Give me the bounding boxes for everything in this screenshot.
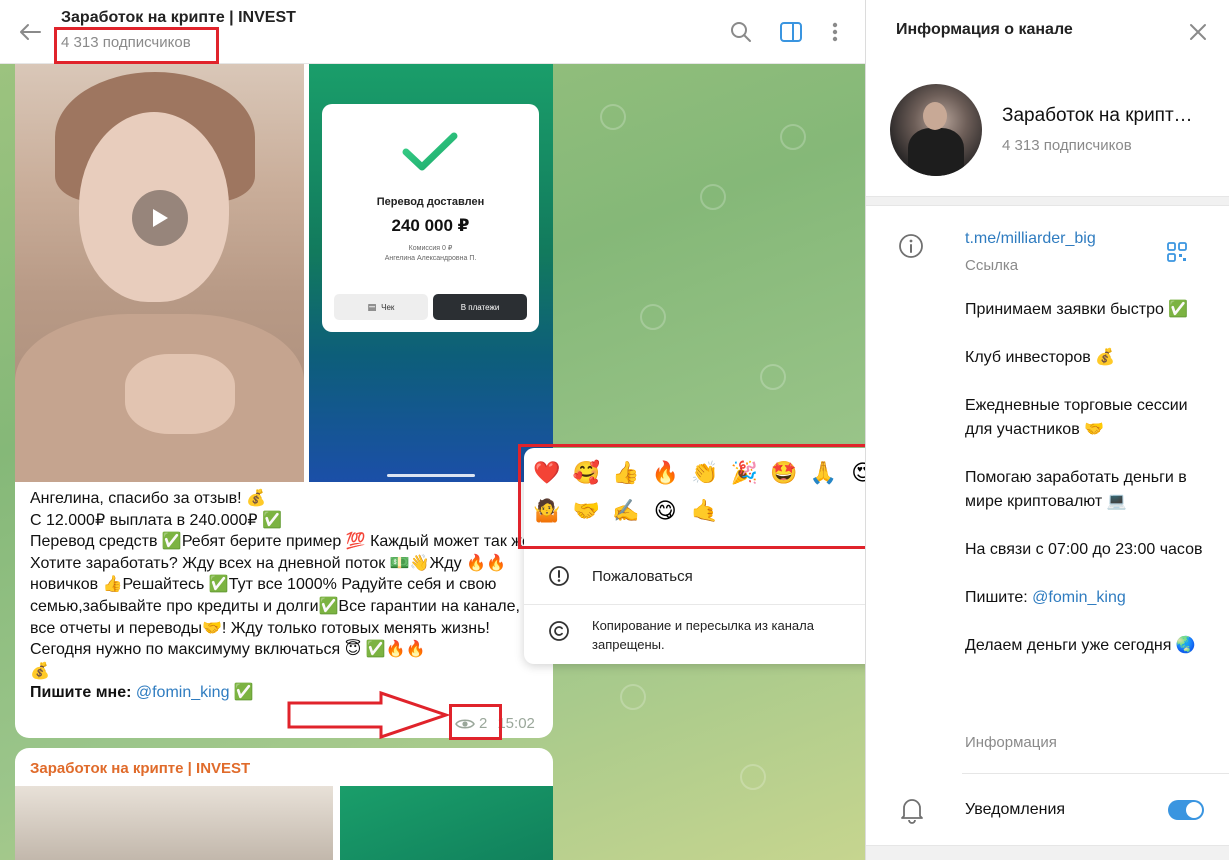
highlight-box: [449, 704, 502, 740]
back-button[interactable]: [16, 18, 44, 46]
qr-code-icon[interactable]: [1166, 241, 1188, 263]
channel-link-caption: Ссылка: [965, 257, 1019, 274]
message-time: 15:02: [497, 715, 535, 732]
channel-subscribers: 4 313 подписчиков: [1002, 137, 1132, 154]
channel-link[interactable]: t.me/milliarder_big: [965, 230, 1096, 248]
copy-restricted-notice: Копирование и пересылка из канала запрещ…: [548, 616, 862, 654]
play-button[interactable]: [132, 190, 188, 246]
receipt-amount: 240 000 ₽: [391, 216, 470, 235]
description-line: Помогаю заработать деньги в мире криптов…: [965, 469, 1187, 510]
close-button[interactable]: [1184, 18, 1212, 46]
description-line: На связи с 07:00 до 23:00 часов: [965, 541, 1203, 558]
checkmark-icon: [402, 132, 458, 171]
more-menu-button[interactable]: [821, 18, 849, 46]
channel-name: Заработок на крипте | INVEST: [1002, 105, 1202, 126]
message-body: Ангелина, спасибо за отзыв! 💰 С 12.000₽ …: [30, 490, 531, 680]
message-write-line: Пишите мне: @fomin_king ✅: [30, 684, 254, 701]
menu-divider: [524, 604, 865, 605]
wallpaper-doodle: [760, 364, 786, 390]
highlight-box: [518, 444, 865, 549]
info-icon: [899, 234, 923, 258]
wallpaper-doodle: [700, 184, 726, 210]
highlight-box: [54, 27, 219, 64]
more-vertical-icon: [832, 22, 838, 42]
description-line: Делаем деньги уже сегодня 🌏: [965, 637, 1196, 654]
message-write-label: Пишите мне:: [30, 684, 136, 702]
receipt-title: Перевод доставлен: [376, 196, 485, 208]
toggle-info-panel-button[interactable]: [777, 18, 805, 46]
notifications-toggle[interactable]: [1168, 800, 1204, 820]
message-bubble[interactable]: Перевод доставлен 240 000 ₽ Комиссия 0 ₽…: [15, 64, 553, 738]
wallpaper-doodle: [740, 764, 766, 790]
info-panel-title: Информация о канале: [896, 21, 1073, 38]
channel-avatar[interactable]: [890, 84, 982, 176]
chat-header: Заработок на крипте | INVEST 4 313 подпи…: [0, 0, 865, 64]
document-icon: ▤: [367, 301, 377, 312]
payment-receipt: Перевод доставлен 240 000 ₽ Комиссия 0 ₽…: [322, 104, 539, 332]
warning-circle-icon: [549, 566, 569, 586]
hand-shape: [125, 354, 235, 434]
description-line: Ежедневные торговые сессии для участнико…: [965, 397, 1188, 438]
phone-home-bar: [387, 474, 475, 477]
wallpaper-doodle: [600, 104, 626, 130]
message-author[interactable]: Заработок на крипте | INVEST: [30, 760, 250, 777]
video-thumbnail[interactable]: [15, 786, 333, 860]
report-menu-item[interactable]: Пожаловаться: [548, 565, 693, 587]
description-username-link[interactable]: @fomin_king: [1032, 589, 1126, 606]
divider: [962, 773, 1229, 774]
wallpaper-doodle: [640, 304, 666, 330]
message-text: Ангелина, спасибо за отзыв! 💰 С 12.000₽ …: [30, 488, 540, 704]
receipt-payments-button: В платежи: [433, 294, 527, 320]
chat-title[interactable]: Заработок на крипте | INVEST: [61, 9, 296, 27]
description-line: Принимаем заявки быстро ✅: [965, 301, 1189, 318]
message-write-tail: ✅: [229, 684, 254, 702]
bell-icon: [901, 799, 923, 824]
channel-description: Принимаем заявки быстро ✅ Клуб инвесторо…: [965, 298, 1205, 658]
arrow-left-icon: [20, 24, 41, 40]
report-label: Пожаловаться: [592, 567, 693, 585]
play-icon: [153, 209, 168, 227]
avatar-body-shape: [908, 128, 964, 176]
copyright-icon: [549, 621, 569, 641]
photo-thumbnail[interactable]: Перевод доставлен 240 000 ₽ Комиссия 0 ₽…: [309, 64, 553, 482]
description-write-label: Пишите:: [965, 589, 1033, 606]
message-bubble[interactable]: Заработок на крипте | INVEST: [15, 748, 553, 860]
section-separator: [866, 196, 1229, 206]
chat-column: Заработок на крипте | INVEST 4 313 подпи…: [0, 0, 865, 860]
annotation-arrow: [287, 690, 451, 740]
notifications-label: Уведомления: [965, 801, 1066, 818]
wallpaper-doodle: [620, 684, 646, 710]
description-caption: Информация: [965, 734, 1057, 751]
photo-thumbnail[interactable]: [340, 786, 553, 860]
channel-info-panel: Информация о канале Заработок на крипте …: [865, 0, 1229, 860]
search-button[interactable]: [727, 18, 755, 46]
receipt-check-label: Чек: [381, 302, 395, 312]
description-line: Клуб инвесторов 💰: [965, 349, 1116, 366]
receipt-fee: Комиссия 0 ₽: [408, 245, 453, 252]
receipt-check-button: ▤ Чек: [334, 294, 428, 320]
toggle-knob: [1186, 802, 1202, 818]
message-username-link[interactable]: @fomin_king: [136, 684, 230, 701]
receipt-payments-label: В платежи: [460, 302, 500, 312]
description-write-line: Пишите: @fomin_king: [965, 586, 1205, 610]
video-thumbnail[interactable]: [15, 64, 304, 482]
search-icon: [731, 22, 751, 42]
section-separator: [866, 845, 1229, 860]
close-icon: [1190, 24, 1206, 40]
wallpaper-doodle: [780, 124, 806, 150]
copy-restricted-text: Копирование и пересылка из канала запрещ…: [592, 618, 814, 652]
sidebar-toggle-icon: [780, 22, 802, 42]
avatar-head-shape: [923, 102, 947, 130]
receipt-recipient: Ангелина Александровна П.: [384, 255, 477, 262]
